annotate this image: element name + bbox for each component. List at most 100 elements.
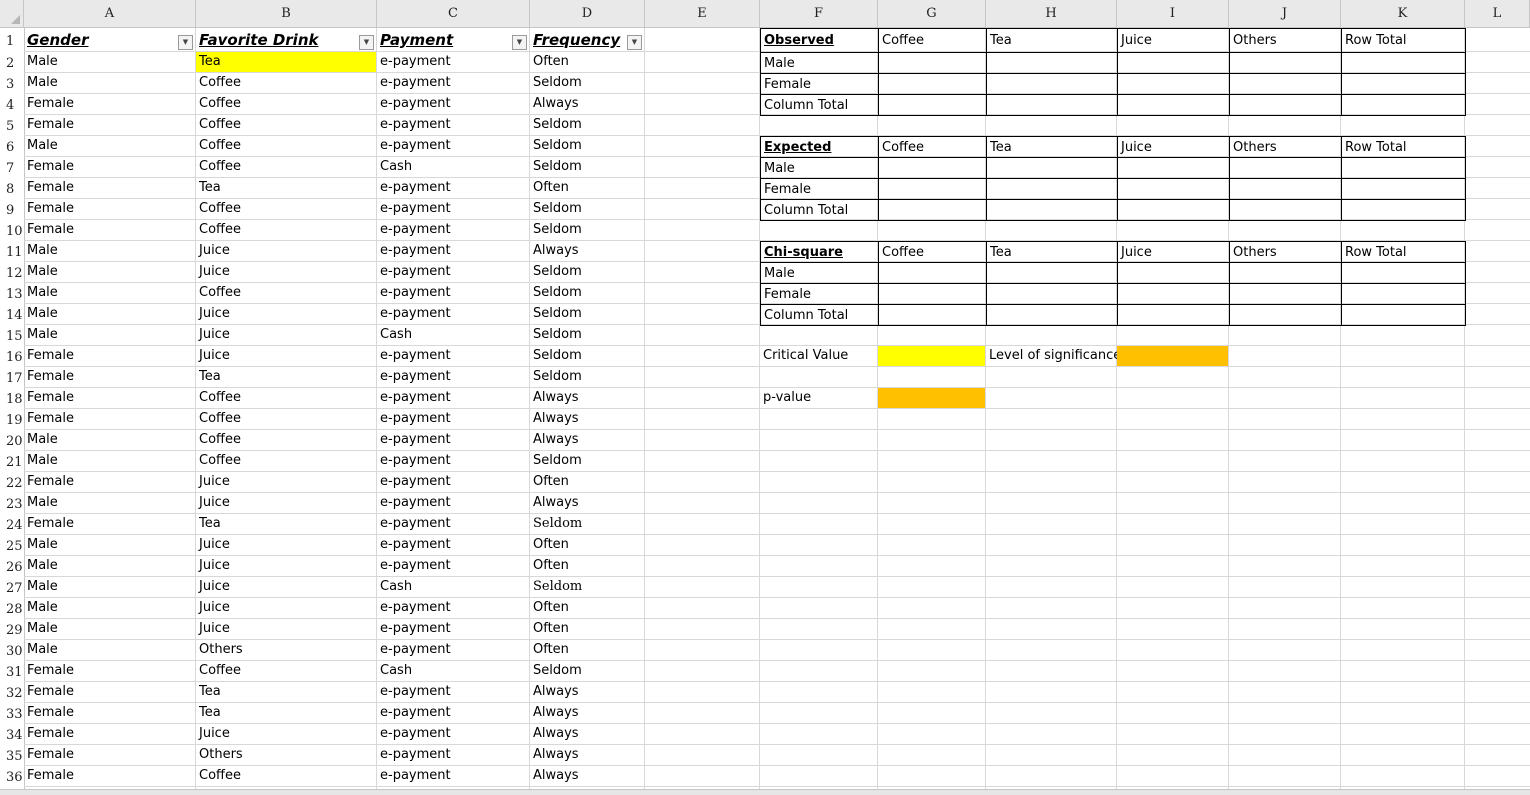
- data-cell[interactable]: Often: [530, 535, 644, 555]
- table-cell[interactable]: [1341, 157, 1466, 179]
- table-col-header[interactable]: Row Total: [1341, 28, 1466, 53]
- data-cell[interactable]: e-payment: [377, 52, 529, 72]
- data-cell[interactable]: Often: [530, 52, 644, 72]
- data-cell[interactable]: Male: [24, 577, 195, 597]
- table-cell[interactable]: [1341, 262, 1466, 284]
- row-header-36[interactable]: 36: [0, 766, 24, 787]
- data-cell[interactable]: Cash: [377, 157, 529, 177]
- data-cell[interactable]: Often: [530, 556, 644, 576]
- data-cell[interactable]: Seldom: [530, 451, 644, 471]
- data-cell[interactable]: Juice: [196, 472, 376, 492]
- data-cell[interactable]: Often: [530, 640, 644, 660]
- data-cell[interactable]: Tea: [196, 367, 376, 387]
- column-header-l[interactable]: L: [1465, 0, 1530, 28]
- row-header-6[interactable]: 6: [0, 136, 24, 157]
- table-cell[interactable]: [1117, 178, 1230, 200]
- data-cell[interactable]: e-payment: [377, 640, 529, 660]
- data-cell[interactable]: e-payment: [377, 766, 529, 786]
- data-cell[interactable]: Coffee: [196, 136, 376, 156]
- table-cell[interactable]: [986, 304, 1118, 326]
- data-cell[interactable]: Always: [530, 703, 644, 723]
- data-cell[interactable]: e-payment: [377, 430, 529, 450]
- column-header-h[interactable]: H: [986, 0, 1117, 28]
- column-header-k[interactable]: K: [1341, 0, 1465, 28]
- data-cell[interactable]: e-payment: [377, 535, 529, 555]
- p-value-input[interactable]: [878, 388, 985, 408]
- data-cell[interactable]: e-payment: [377, 367, 529, 387]
- data-cell[interactable]: Tea: [196, 682, 376, 702]
- data-cell[interactable]: Male: [24, 640, 195, 660]
- table-cell[interactable]: [1229, 178, 1342, 200]
- data-cell[interactable]: Coffee: [196, 388, 376, 408]
- data-cell[interactable]: Coffee: [196, 199, 376, 219]
- row-header-17[interactable]: 17: [0, 367, 24, 388]
- table-col-header[interactable]: Others: [1229, 241, 1342, 263]
- data-cell[interactable]: Often: [530, 472, 644, 492]
- table-title-observed[interactable]: Observed: [760, 28, 879, 53]
- data-cell[interactable]: Female: [24, 724, 195, 744]
- filter-dropdown-payment[interactable]: ▼: [512, 35, 527, 50]
- data-cell[interactable]: Female: [24, 220, 195, 240]
- data-cell[interactable]: Male: [24, 430, 195, 450]
- data-cell[interactable]: e-payment: [377, 556, 529, 576]
- row-header-5[interactable]: 5: [0, 115, 24, 136]
- table-cell[interactable]: [878, 304, 987, 326]
- table-cell[interactable]: [986, 178, 1118, 200]
- row-header-27[interactable]: 27: [0, 577, 24, 598]
- table-row-label[interactable]: Male: [760, 262, 879, 284]
- data-cell[interactable]: e-payment: [377, 304, 529, 324]
- data-cell[interactable]: Female: [24, 115, 195, 135]
- table-row-label[interactable]: Column Total: [760, 199, 879, 221]
- data-cell[interactable]: e-payment: [377, 241, 529, 261]
- data-cell[interactable]: Female: [24, 409, 195, 429]
- data-cell[interactable]: Male: [24, 262, 195, 282]
- table-cell[interactable]: [878, 283, 987, 305]
- column-header-f[interactable]: F: [760, 0, 878, 28]
- row-header-2[interactable]: 2: [0, 52, 24, 73]
- data-cell[interactable]: Male: [24, 304, 195, 324]
- row-header-15[interactable]: 15: [0, 325, 24, 346]
- table-cell[interactable]: [1117, 262, 1230, 284]
- data-cell[interactable]: Coffee: [196, 283, 376, 303]
- row-header-23[interactable]: 23: [0, 493, 24, 514]
- data-cell[interactable]: e-payment: [377, 514, 529, 534]
- table-col-header[interactable]: Juice: [1117, 136, 1230, 158]
- table-cell[interactable]: [1229, 262, 1342, 284]
- data-cell[interactable]: Seldom: [530, 115, 644, 135]
- table-col-header[interactable]: Coffee: [878, 241, 987, 263]
- data-cell[interactable]: Coffee: [196, 430, 376, 450]
- data-cell[interactable]: Coffee: [196, 157, 376, 177]
- table-cell[interactable]: [1229, 52, 1342, 74]
- row-header-26[interactable]: 26: [0, 556, 24, 577]
- table-cell[interactable]: [1117, 52, 1230, 74]
- table-cell[interactable]: [878, 52, 987, 74]
- row-header-20[interactable]: 20: [0, 430, 24, 451]
- table-row-label[interactable]: Female: [760, 283, 879, 305]
- table-cell[interactable]: [878, 73, 987, 95]
- data-cell[interactable]: Female: [24, 682, 195, 702]
- table-col-header[interactable]: Juice: [1117, 241, 1230, 263]
- data-cell[interactable]: Cash: [377, 325, 529, 345]
- data-cell[interactable]: Always: [530, 409, 644, 429]
- table-cell[interactable]: [986, 52, 1118, 74]
- data-cell[interactable]: Often: [530, 178, 644, 198]
- header-payment[interactable]: Payment: [377, 28, 512, 52]
- column-header-a[interactable]: A: [24, 0, 196, 28]
- data-cell[interactable]: e-payment: [377, 619, 529, 639]
- data-cell[interactable]: Seldom: [530, 157, 644, 177]
- data-cell[interactable]: e-payment: [377, 220, 529, 240]
- data-cell[interactable]: Female: [24, 661, 195, 681]
- data-cell[interactable]: Coffee: [196, 451, 376, 471]
- data-cell[interactable]: e-payment: [377, 283, 529, 303]
- table-cell[interactable]: [1229, 94, 1342, 116]
- table-col-header[interactable]: Tea: [986, 28, 1118, 53]
- table-cell[interactable]: [986, 94, 1118, 116]
- table-cell[interactable]: [986, 283, 1118, 305]
- row-header-35[interactable]: 35: [0, 745, 24, 766]
- table-cell[interactable]: [1229, 199, 1342, 221]
- data-cell[interactable]: Seldom: [530, 514, 644, 534]
- data-cell[interactable]: Always: [530, 430, 644, 450]
- table-cell[interactable]: [878, 178, 987, 200]
- table-cell[interactable]: [1117, 199, 1230, 221]
- data-cell[interactable]: Male: [24, 73, 195, 93]
